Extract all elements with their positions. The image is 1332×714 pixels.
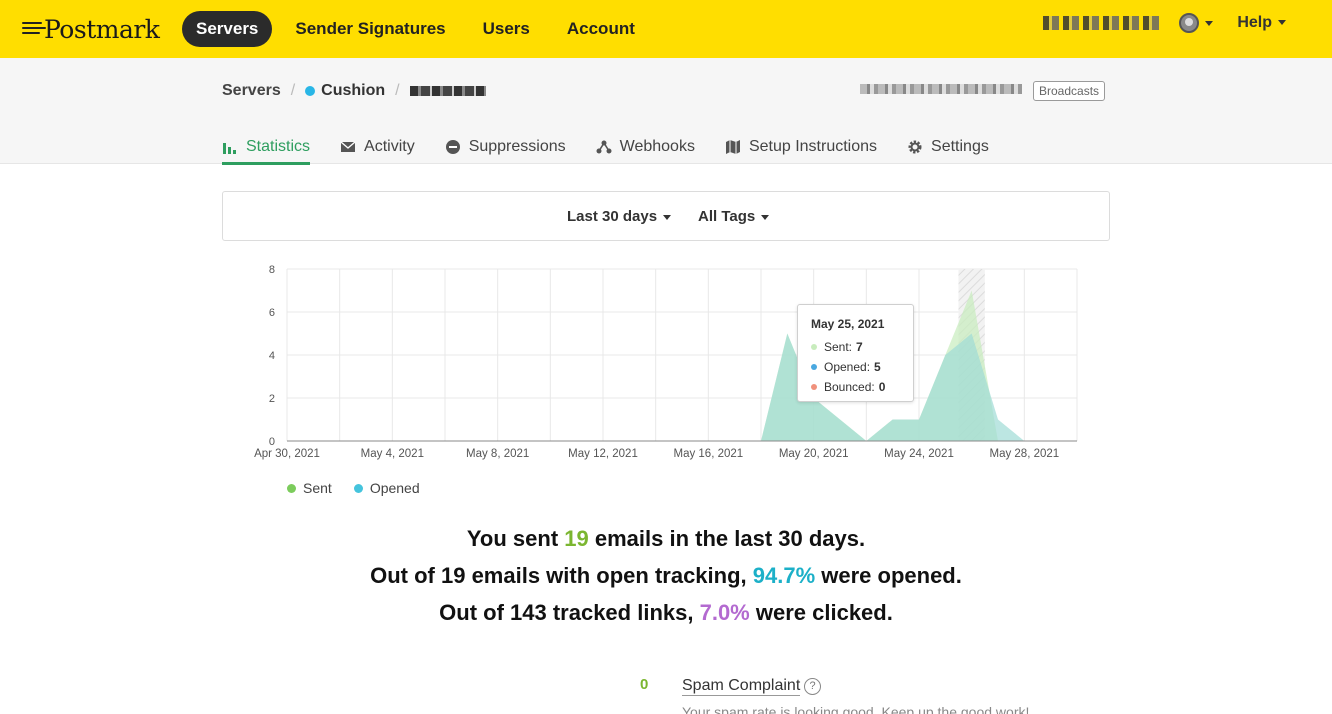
stats-chart[interactable]: 0 2 4 6 8 Apr 30, 2021 May 4, 2021 May 8, 2021 M…	[240, 255, 1090, 465]
legend-dot	[353, 483, 363, 493]
spam-complaint-description: Your spam rate is looking good. Keep up …	[682, 704, 1030, 714]
breadcrumb: Servers / Cushion /	[222, 82, 486, 100]
chart-legend: Sent Opened	[287, 480, 442, 496]
nav-account[interactable]: Account	[553, 11, 649, 47]
server-tabs: Statistics Activity Suppressions Webhook…	[222, 130, 1019, 165]
x-tick-label: May 24, 2021	[884, 448, 954, 460]
y-tick-label: 6	[269, 307, 275, 319]
breadcrumb-server[interactable]: Cushion	[321, 82, 385, 100]
nav-servers[interactable]: Servers	[182, 11, 273, 47]
opened-dot	[811, 364, 817, 370]
breadcrumb-separator: /	[395, 82, 400, 99]
postmark-logo[interactable]: Postmark	[22, 12, 160, 46]
x-tick-label: Apr 30, 2021	[254, 448, 320, 460]
stream-type-badge: Broadcasts	[1033, 81, 1106, 101]
envelope-icon	[340, 141, 356, 152]
tab-label: Settings	[931, 138, 989, 155]
breadcrumb-servers[interactable]: Servers	[222, 82, 281, 100]
breadcrumb-separator: /	[290, 82, 296, 99]
tooltip-label: Opened:	[824, 360, 871, 374]
user-area: Help	[1043, 13, 1286, 33]
tooltip-title: May 25, 2021	[811, 317, 885, 331]
tab-suppressions[interactable]: Suppressions	[445, 130, 566, 164]
tab-statistics[interactable]: Statistics	[222, 130, 311, 165]
tab-label: Activity	[364, 138, 415, 155]
date-range-dropdown[interactable]: Last 30 days	[567, 208, 672, 225]
legend-item-sent[interactable]: Sent	[287, 480, 332, 496]
tooltip-label: Bounced:	[824, 380, 875, 394]
legend-item-opened[interactable]: Opened	[353, 480, 420, 496]
date-range-label: Last 30 days	[567, 208, 658, 225]
filter-bar: Last 30 days All Tags	[222, 191, 1110, 241]
chart-tooltip: May 25, 2021 Sent: 7 Opened: 5 Bounced: 0	[797, 304, 914, 402]
chevron-down-icon	[761, 214, 770, 220]
help-label: Help	[1237, 14, 1272, 31]
avatar[interactable]	[1179, 13, 1200, 33]
redacted-stream-name[interactable]	[409, 86, 486, 96]
tags-dropdown[interactable]: All Tags	[698, 208, 770, 225]
tooltip-row-bounced: Bounced: 0	[811, 380, 900, 394]
x-tick-label: May 20, 2021	[779, 448, 849, 460]
tooltip-value: 5	[874, 360, 881, 374]
tab-label: Webhooks	[619, 138, 695, 155]
summary-opened: Out of 19 emails with open tracking, 94.…	[370, 563, 962, 588]
tab-settings[interactable]: Settings	[907, 130, 989, 164]
tooltip-value: 0	[878, 380, 886, 394]
avatar-caret-icon[interactable]	[1205, 20, 1214, 26]
bounced-dot	[811, 384, 817, 390]
nav-users[interactable]: Users	[469, 11, 544, 47]
top-bar: Postmark Servers Sender Signatures Users…	[0, 0, 1332, 58]
spam-complaint-label[interactable]: Spam Complaint	[682, 677, 801, 696]
tags-label: All Tags	[698, 208, 756, 225]
tooltip-value: 7	[856, 340, 863, 354]
x-tick-label: May 28, 2021	[989, 448, 1059, 460]
x-tick-label: May 16, 2021	[673, 448, 743, 460]
area-series-opened	[287, 333, 1077, 441]
help-caret-icon	[1278, 20, 1286, 26]
y-tick-label: 4	[269, 350, 275, 362]
redacted-stream-id	[860, 84, 1022, 94]
tab-label: Suppressions	[468, 138, 566, 155]
legend-label: Sent	[303, 480, 332, 496]
summary-clicked: Out of 143 tracked links, 7.0% were clic…	[439, 600, 893, 625]
tooltip-row-sent: Sent: 7	[811, 340, 900, 354]
legend-label: Opened	[369, 480, 420, 496]
y-tick-label: 0	[269, 436, 275, 448]
logo-text: Postmark	[44, 14, 160, 44]
nav-sender-signatures[interactable]: Sender Signatures	[281, 11, 459, 47]
tooltip-row-opened: Opened: 5	[811, 360, 900, 374]
main-nav: Servers Sender Signatures Users Account	[182, 11, 658, 47]
tab-webhooks[interactable]: Webhooks	[596, 130, 695, 164]
redacted-username[interactable]	[1043, 16, 1160, 30]
logo-speed-lines-icon	[22, 18, 48, 40]
summary-sent: You sent 19 emails in the last 30 days.	[466, 526, 866, 551]
server-color-dot	[305, 86, 316, 96]
y-tick-label: 8	[269, 264, 275, 276]
tooltip-label: Sent:	[824, 340, 853, 354]
map-icon	[725, 140, 740, 154]
legend-dot	[287, 483, 296, 493]
tab-label: Setup Instructions	[748, 138, 878, 155]
stats-summary: You sent 19 emails in the last 30 days. …	[0, 524, 1332, 635]
minus-circle-icon	[445, 140, 460, 154]
bar-chart-icon	[223, 143, 236, 154]
spam-complaint-count: 0	[640, 676, 649, 693]
help-menu[interactable]: Help	[1237, 14, 1286, 32]
chevron-down-icon	[663, 214, 672, 220]
tab-label: Statistics	[246, 138, 311, 155]
x-tick-label: May 12, 2021	[568, 448, 638, 460]
x-tick-label: May 4, 2021	[361, 448, 424, 460]
gear-icon	[908, 140, 922, 154]
tab-setup-instructions[interactable]: Setup Instructions	[725, 130, 877, 164]
open-rate: 94.7%	[752, 563, 816, 588]
tab-activity[interactable]: Activity	[340, 130, 415, 164]
server-header: Servers / Cushion / Broadcasts Statistic…	[0, 58, 1332, 165]
x-tick-label: May 8, 2021	[466, 448, 529, 460]
help-icon[interactable]: ?	[804, 678, 821, 695]
webhook-icon	[596, 140, 612, 154]
sent-count: 19	[564, 526, 589, 551]
y-tick-label: 2	[269, 393, 275, 405]
sent-dot	[811, 344, 817, 350]
click-rate: 7.0%	[699, 600, 750, 625]
